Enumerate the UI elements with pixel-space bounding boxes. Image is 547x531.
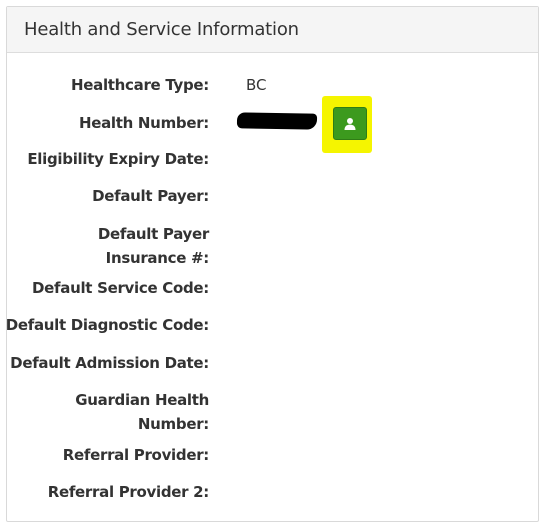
field-label: Eligibility Expiry Date:: [27, 150, 209, 168]
field-label: Default Payer:: [92, 187, 209, 205]
field-label: Default Diagnostic Code:: [5, 316, 210, 334]
view-profile-button[interactable]: [333, 107, 367, 140]
user-icon: [344, 117, 356, 130]
health-service-panel: Health and Service Information Healthcar…: [6, 6, 539, 522]
field-value-healthcare-type: BC: [246, 76, 267, 94]
field-label: Default Service Code:: [32, 279, 209, 297]
field-label: Health Number:: [78, 114, 209, 132]
field-label: Guardian Health Number:: [75, 391, 209, 433]
redaction-mark: [236, 112, 318, 130]
field-label: Referral Provider 2:: [47, 483, 210, 501]
field-label: Healthcare Type:: [71, 76, 209, 94]
field-label: Default Admission Date:: [10, 354, 209, 372]
field-label: Default Payer Insurance #:: [97, 225, 209, 267]
panel-title: Health and Service Information: [24, 19, 299, 40]
field-label: Referral Provider:: [62, 446, 210, 464]
panel-header: Health and Service Information: [7, 7, 538, 53]
